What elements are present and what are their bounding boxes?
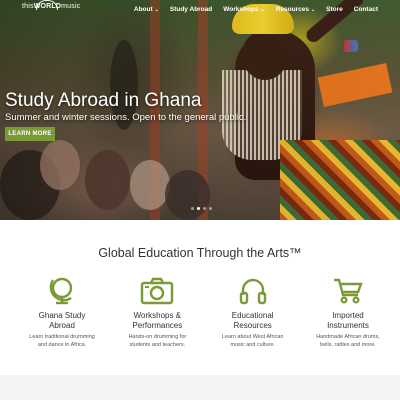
feature-description: Hands-on drumming for students and teache… (128, 334, 186, 349)
slider-dot-active[interactable] (197, 207, 200, 210)
feature-description: Learn traditional drumming and dance in A… (29, 334, 94, 349)
hero-title: Study Abroad in Ghana (5, 90, 202, 111)
nav-study-abroad[interactable]: Study Abroad (170, 6, 212, 13)
features-section: Global Education Through the Arts™ Ghana… (0, 220, 400, 375)
logo-suffix: music (61, 3, 81, 10)
feature-desc-line: bells, rattles and more. (320, 341, 376, 348)
feature-educational-resources: Educational Resources Learn about West Af… (211, 276, 295, 349)
logo-prefix: this (22, 3, 34, 10)
next-section-band (0, 375, 400, 400)
feature-title[interactable]: Ghana Study Abroad (39, 311, 86, 331)
nav-about-label: About (133, 6, 153, 13)
feature-title-line: Abroad (49, 321, 75, 330)
nav-about[interactable]: About ⌄ (134, 6, 159, 13)
feature-ghana-study-abroad: Ghana Study Abroad Learn traditional drum… (20, 276, 104, 349)
feature-desc-line: and dance in Africa. (37, 341, 87, 348)
nav-contact[interactable]: Contact (354, 6, 378, 13)
cart-icon[interactable] (331, 276, 365, 306)
slider-dot[interactable] (209, 207, 212, 210)
feature-desc-line: Learn traditional drumming (29, 334, 95, 340)
nav-resources-label: Resources (275, 6, 309, 13)
chevron-down-icon: ⌄ (260, 6, 265, 13)
feature-desc-line: Learn about West African (221, 334, 284, 340)
nav-study-abroad-label: Study Abroad (169, 6, 213, 13)
logo-arc-icon (36, 0, 58, 10)
feature-title-line: Educational (231, 311, 274, 320)
headphones-icon[interactable] (236, 276, 270, 306)
feature-title[interactable]: Educational Resources (232, 311, 274, 331)
hero-subtitle: Summer and winter sessions. Open to the … (5, 112, 247, 123)
camera-icon[interactable] (140, 276, 174, 306)
feature-title[interactable]: Imported Instruments (327, 311, 369, 331)
feature-list: Ghana Study Abroad Learn traditional drum… (20, 276, 390, 349)
feature-title-line: Imported (332, 311, 364, 320)
feature-title-line: Workshops & (133, 311, 182, 320)
chevron-down-icon: ⌄ (154, 6, 159, 13)
feature-title-line: Ghana Study (38, 311, 86, 320)
feature-desc-line: Handmade African drums, (316, 334, 380, 340)
feature-desc-line: Hands-on drumming for (128, 334, 187, 340)
feature-description: Handmade African drums, bells, rattles an… (316, 334, 380, 349)
feature-title-line: Resources (233, 321, 272, 330)
nav-workshops-label: Workshops (223, 6, 259, 13)
feature-title-line: Performances (132, 321, 183, 330)
nav-contact-label: Contact (353, 6, 378, 13)
learn-more-button[interactable]: LEARN MORE (5, 127, 55, 141)
feature-title-line: Instruments (327, 321, 369, 330)
slider-dot[interactable] (203, 207, 206, 210)
nav-resources[interactable]: Resources ⌄ (276, 6, 315, 13)
feature-imported-instruments: Imported Instruments Handmade African dru… (306, 276, 390, 349)
feature-title[interactable]: Workshops & Performances (132, 311, 182, 331)
main-menu: About ⌄ Study Abroad Workshops ⌄ Resources… (134, 6, 378, 13)
feature-desc-line: music and culture. (230, 341, 275, 348)
nav-store-label: Store (326, 6, 343, 13)
top-navigation: thisWORLDmusic About ⌄ Study Abroad Works… (0, 0, 400, 20)
feature-workshops: Workshops & Performances Hands-on drummin… (115, 276, 199, 349)
site-logo[interactable]: thisWORLDmusic (22, 0, 81, 10)
slider-dot[interactable] (191, 207, 194, 210)
feature-description: Learn about West African music and cultur… (222, 334, 284, 349)
nav-store[interactable]: Store (326, 6, 343, 13)
chevron-down-icon: ⌄ (310, 6, 316, 13)
nav-workshops[interactable]: Workshops ⌄ (223, 6, 264, 13)
slider-dots (191, 207, 212, 210)
section-title: Global Education Through the Arts™ (98, 246, 302, 260)
feature-desc-line: students and teachers. (129, 341, 186, 348)
globe-icon[interactable] (45, 276, 79, 306)
hero-banner: thisWORLDmusic About ⌄ Study Abroad Works… (0, 0, 400, 220)
